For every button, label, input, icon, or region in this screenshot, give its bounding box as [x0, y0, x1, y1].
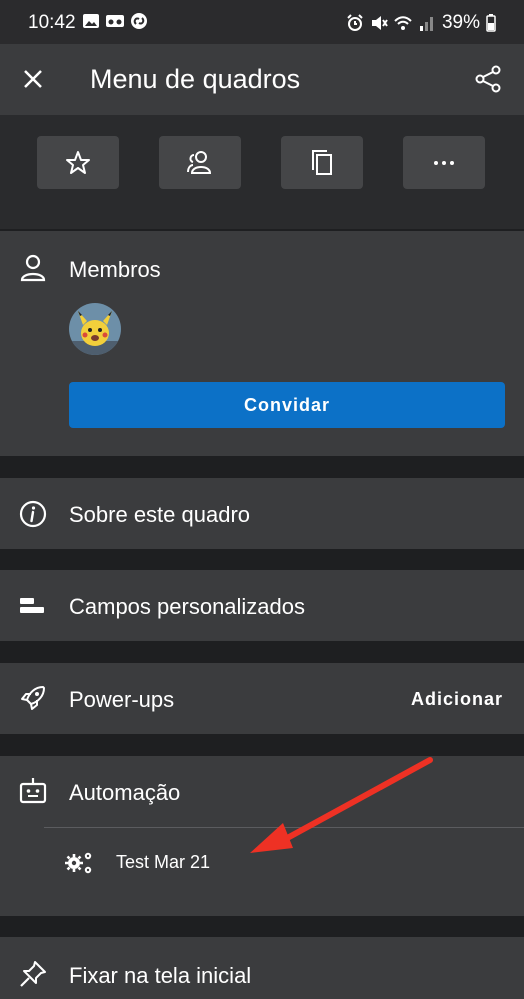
pin-home-label: Fixar na tela inicial	[69, 963, 252, 988]
status-time: 10:42	[28, 12, 76, 33]
rocket-icon	[21, 686, 45, 710]
gears-icon	[65, 852, 92, 874]
automation-section: Automação Test Mar 21	[0, 756, 524, 916]
automation-item-label: Test Mar 21	[116, 852, 211, 872]
custom-fields-row[interactable]: Campos personalizados	[0, 570, 524, 641]
shazam-icon	[131, 13, 147, 29]
battery-icon	[486, 14, 496, 32]
battery-percent: 39%	[441, 12, 480, 33]
close-icon[interactable]	[18, 64, 48, 94]
person-icon	[20, 254, 46, 282]
signal-icon	[419, 17, 433, 31]
about-board-label: Sobre este quadro	[69, 502, 251, 527]
page-title: Menu de quadros	[90, 64, 301, 94]
about-board-row[interactable]: Sobre este quadro	[0, 478, 524, 549]
members-title: Membros	[69, 257, 161, 282]
copy-icon	[312, 149, 332, 175]
automation-label: Automação	[69, 780, 181, 805]
pin-home-row[interactable]: Fixar na tela inicial	[0, 937, 524, 999]
custom-fields-label: Campos personalizados	[69, 594, 306, 619]
invite-button[interactable]: Convidar	[69, 382, 505, 428]
robot-icon	[19, 778, 47, 804]
pin-icon	[20, 961, 46, 987]
alarm-icon	[347, 14, 363, 31]
powerups-label: Power-ups	[69, 687, 175, 712]
gallery-icon	[83, 14, 99, 28]
more-icon	[434, 160, 454, 165]
share-icon[interactable]	[474, 64, 504, 94]
star-icon	[66, 150, 90, 174]
more-button[interactable]	[403, 136, 485, 189]
status-right-icons: 39%	[346, 12, 496, 34]
star-button[interactable]	[37, 136, 119, 189]
board-actions-row	[0, 115, 524, 229]
automation-item[interactable]: Test Mar 21	[0, 828, 524, 898]
members-button[interactable]	[159, 136, 241, 189]
custom-fields-icon	[20, 598, 44, 613]
voicemail-icon	[106, 15, 124, 27]
members-icon	[187, 150, 212, 174]
status-notification-icons	[82, 12, 148, 30]
add-powerup-button[interactable]: Adicionar	[411, 689, 503, 710]
powerups-row[interactable]: Power-ups Adicionar	[0, 663, 524, 734]
copy-button[interactable]	[281, 136, 363, 189]
app-bar: Menu de quadros	[0, 44, 524, 115]
status-bar: 10:42 39%	[0, 0, 524, 44]
wifi-icon	[394, 16, 412, 30]
info-icon	[19, 500, 47, 528]
members-section: Membros Convidar	[0, 231, 524, 456]
mute-icon	[371, 16, 388, 30]
avatar[interactable]	[69, 303, 121, 355]
